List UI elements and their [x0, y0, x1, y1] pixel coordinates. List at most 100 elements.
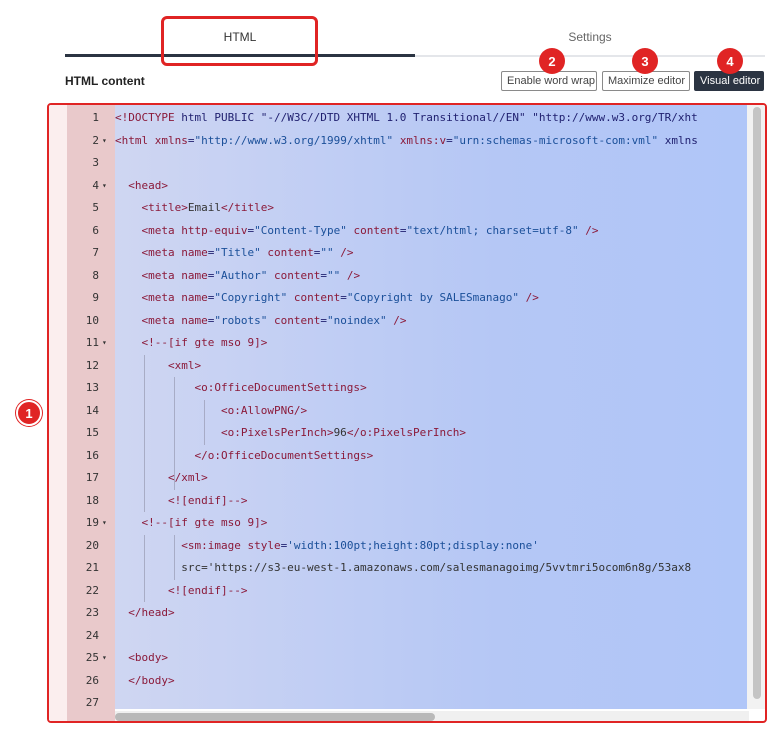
- line-number: 25: [85, 651, 99, 664]
- code-line: 24: [49, 625, 749, 648]
- code-text: <![endif]-->: [167, 583, 248, 597]
- line-number: 20: [85, 538, 99, 552]
- code-line: 11 ▾ <!--[if gte mso 9]>: [49, 332, 749, 355]
- line-number: 6: [92, 223, 99, 237]
- fold-toggle-icon[interactable]: ▾: [102, 512, 107, 535]
- code-text: </head>: [128, 606, 175, 619]
- fold-toggle-icon[interactable]: ▾: [102, 647, 107, 670]
- code-text: </xml>: [167, 471, 208, 484]
- line-number: 18: [85, 493, 99, 507]
- code-line: 25 ▾ <body>: [49, 647, 749, 670]
- annotation-badge-4: 4: [717, 48, 743, 74]
- code-line: 23 </head>: [49, 602, 749, 625]
- indent-guide: [174, 534, 175, 580]
- code-line: 8 <meta name="Author" content="" />: [49, 265, 749, 288]
- line-number: 9: [92, 291, 99, 304]
- code-text: <o:OfficeDocumentSettings>: [194, 381, 367, 394]
- line-number: 4: [92, 178, 99, 192]
- code-line: 13 <o:OfficeDocumentSettings>: [49, 377, 749, 400]
- code-text: <sm:image style='width:100pt;height:80pt…: [181, 538, 539, 552]
- tab-settings-underline: [415, 55, 765, 57]
- line-number: 26: [85, 673, 99, 687]
- line-number: 10: [85, 313, 99, 327]
- visual-editor-button[interactable]: Visual editor: [694, 71, 764, 91]
- line-number: 7: [92, 246, 99, 259]
- code-text: <body>: [128, 651, 168, 664]
- fold-toggle-icon[interactable]: ▾: [102, 332, 107, 355]
- line-number: 19: [85, 516, 99, 529]
- code-line: 1 <!DOCTYPE html PUBLIC "-//W3C//DTD XHTM…: [49, 107, 749, 130]
- code-text: <meta name="Title" content="" />: [141, 246, 354, 259]
- enable-word-wrap-button[interactable]: Enable word wrap: [501, 71, 597, 91]
- line-number: 22: [85, 583, 99, 597]
- code-text: src='https://s3-eu-west-1.amazonaws.com/…: [115, 561, 692, 574]
- tab-html[interactable]: HTML: [65, 20, 415, 54]
- annotation-badge-3: 3: [632, 48, 658, 74]
- vertical-scrollbar-track[interactable]: [747, 105, 765, 709]
- indent-guide: [144, 534, 145, 602]
- code-line: 10 <meta name="robots" content="noindex"…: [49, 310, 749, 333]
- line-number: 17: [85, 471, 99, 484]
- annotation-badge-2: 2: [539, 48, 565, 74]
- code-line: 2 ▾ <html xmlns="http://www.w3.org/1999/xh…: [49, 130, 749, 153]
- code-line: 5 <title>Email</title>: [49, 197, 749, 220]
- line-number: 21: [85, 561, 99, 574]
- code-text: <!--[if gte mso 9]>: [141, 336, 268, 349]
- line-number: 2: [92, 133, 99, 147]
- code-text: <![endif]-->: [167, 493, 248, 507]
- line-number: 8: [92, 268, 99, 282]
- line-number: 1: [92, 111, 99, 124]
- indent-guide: [174, 377, 175, 490]
- code-text: <!DOCTYPE html PUBLIC "-//W3C//DTD XHTML…: [115, 111, 698, 124]
- code-line: 6 <meta http-equiv="Content-Type" conten…: [49, 220, 749, 243]
- tab-settings[interactable]: Settings: [415, 20, 765, 54]
- code-text: </o:OfficeDocumentSettings>: [194, 448, 374, 462]
- html-code-editor[interactable]: 1 <!DOCTYPE html PUBLIC "-//W3C//DTD XHTM…: [47, 103, 767, 723]
- line-number: 5: [92, 201, 99, 214]
- code-line: 16 </o:OfficeDocumentSettings>: [49, 445, 749, 468]
- line-number: 24: [85, 628, 99, 642]
- line-number: 13: [85, 381, 99, 394]
- code-line: 15 <o:PixelsPerInch>96</o:PixelsPerInch>: [49, 422, 749, 445]
- code-text: <title>Email</title>: [141, 201, 274, 214]
- code-line: 3: [49, 152, 749, 175]
- code-text: <head>: [128, 178, 168, 192]
- vertical-scrollbar-thumb[interactable]: [753, 107, 761, 699]
- tab-bar: HTML Settings: [65, 20, 765, 60]
- code-line: 9 <meta name="Copyright" content="Copyri…: [49, 287, 749, 310]
- code-line: 7 <meta name="Title" content="" />: [49, 242, 749, 265]
- code-line: 22 <![endif]-->: [49, 580, 749, 603]
- code-text: <meta name="Copyright" content="Copyrigh…: [141, 291, 539, 304]
- tab-html-underline: [65, 54, 415, 57]
- code-text: <xml>: [167, 358, 202, 372]
- line-number: 28: [67, 715, 99, 722]
- code-text: <html xmlns="http://www.w3.org/1999/xhtm…: [115, 133, 698, 147]
- line-number: 14: [85, 403, 99, 417]
- code-text: <meta name="Author" content="" />: [141, 268, 361, 282]
- line-number: 3: [92, 156, 99, 169]
- code-line: 17 </xml>: [49, 467, 749, 490]
- code-text: <o:PixelsPerInch>96</o:PixelsPerInch>: [220, 426, 467, 439]
- line-number: 23: [85, 606, 99, 619]
- maximize-editor-button[interactable]: Maximize editor: [602, 71, 690, 91]
- line-number: 27: [85, 696, 99, 709]
- line-number: 12: [85, 358, 99, 372]
- html-content-title: HTML content: [65, 74, 145, 88]
- fold-toggle-icon[interactable]: ▾: [102, 175, 107, 198]
- code-line: 14 <o:AllowPNG/>: [49, 400, 749, 423]
- fold-toggle-icon[interactable]: ▾: [102, 130, 107, 153]
- indent-guide: [204, 399, 205, 445]
- annotation-badge-1: 1: [16, 400, 42, 426]
- line-number: 15: [85, 426, 99, 439]
- line-number: 11: [85, 336, 99, 349]
- code-text: <meta name="robots" content="noindex" />: [141, 313, 407, 327]
- code-line: 4 ▾ <head>: [49, 175, 749, 198]
- code-line: 21 src='https://s3-eu-west-1.amazonaws.c…: [49, 557, 749, 580]
- code-text: </body>: [128, 673, 175, 687]
- horizontal-scrollbar-thumb[interactable]: [115, 713, 435, 721]
- code-line: 26 </body>: [49, 670, 749, 693]
- code-text: <!--[if gte mso 9]>: [141, 516, 268, 529]
- code-line: 20 <sm:image style='width:100pt;height:8…: [49, 535, 749, 558]
- code-line: 19 ▾ <!--[if gte mso 9]>: [49, 512, 749, 535]
- code-line: 18 <![endif]-->: [49, 490, 749, 513]
